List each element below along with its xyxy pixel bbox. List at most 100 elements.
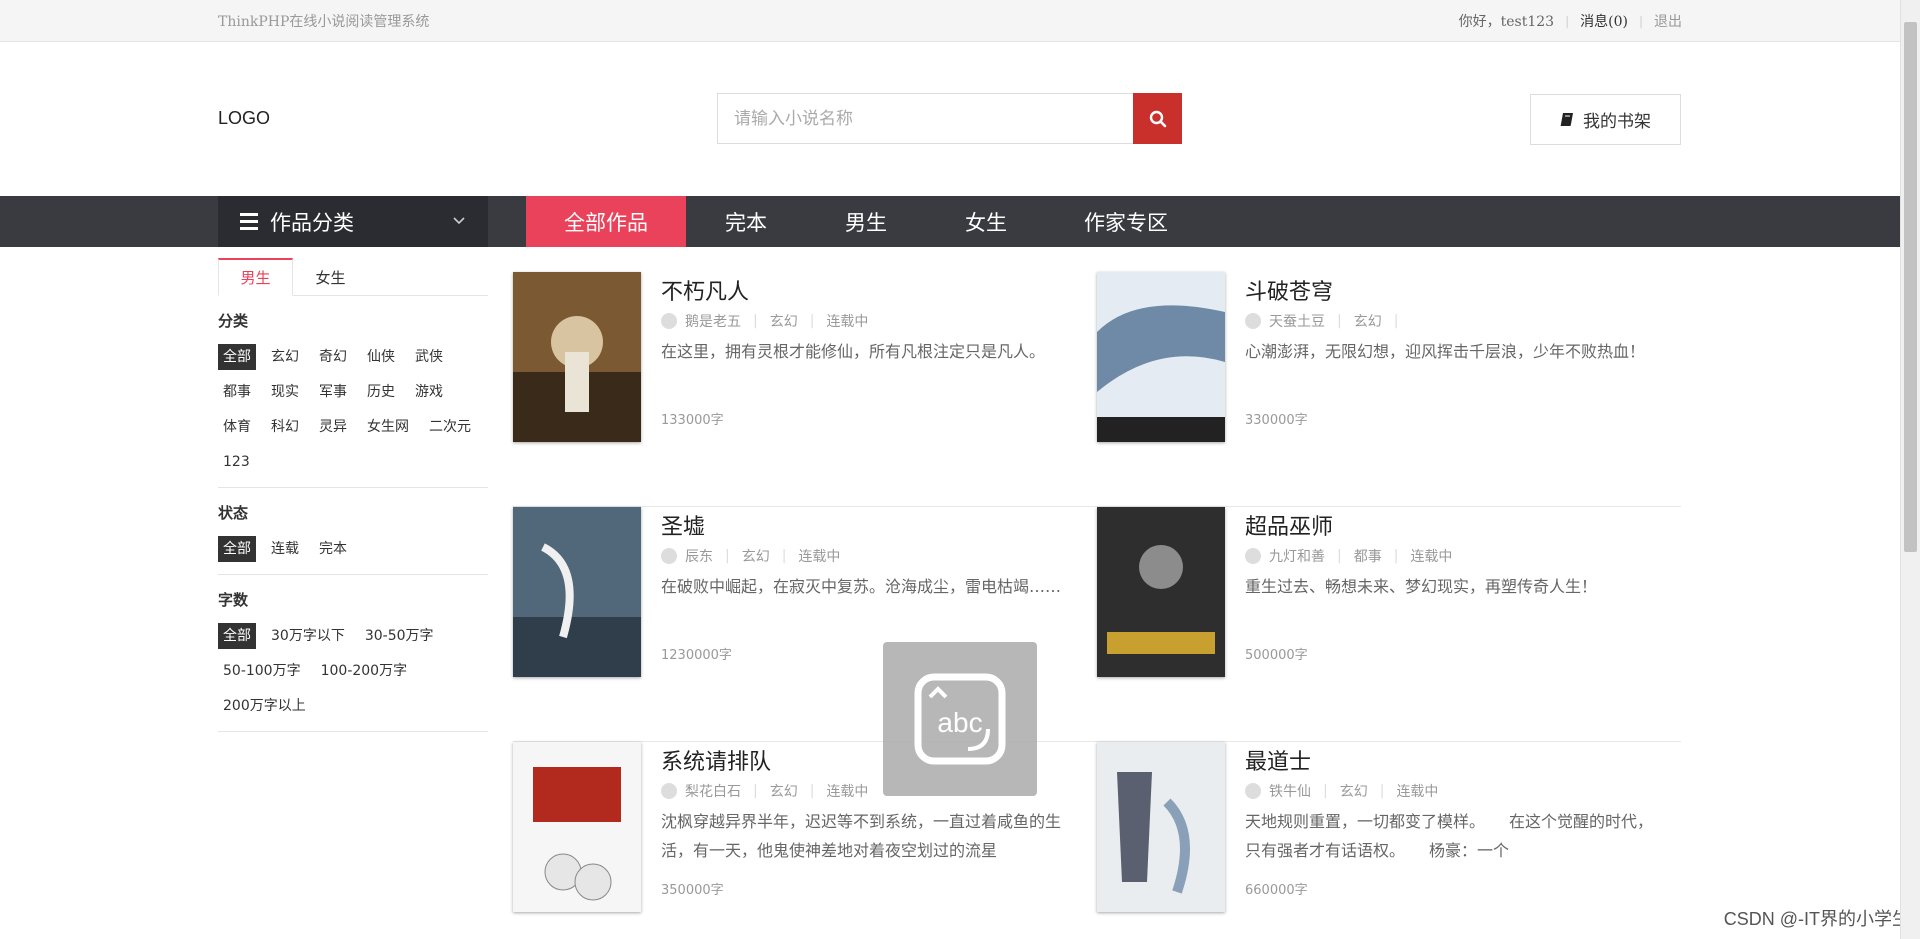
cover-image	[1097, 742, 1225, 912]
book-status: 连载中	[1396, 784, 1439, 800]
status-option[interactable]: 完本	[314, 536, 352, 562]
category-option[interactable]: 历史	[362, 379, 400, 405]
book-genre: 玄幻	[769, 784, 798, 800]
category-option[interactable]: 军事	[314, 379, 352, 405]
word-count-option[interactable]: 30万字以下	[266, 623, 350, 649]
word-count-option[interactable]: 50-100万字	[218, 658, 306, 684]
gender-tabs: 男生 女生	[218, 258, 488, 296]
book-title[interactable]: 不朽凡人	[661, 278, 1081, 308]
cover-image	[1097, 272, 1225, 442]
cover-image	[1097, 507, 1225, 677]
logo[interactable]: LOGO	[218, 108, 270, 129]
category-option[interactable]: 二次元	[424, 414, 476, 440]
messages-link[interactable]: 消息(0)	[1580, 11, 1628, 31]
chevron-down-icon	[453, 217, 465, 225]
book-cover[interactable]	[513, 507, 641, 677]
book-title[interactable]: 圣墟	[661, 513, 1081, 543]
status-option[interactable]: 连载	[266, 536, 304, 562]
book-status: 连载中	[826, 314, 869, 330]
logout-link[interactable]: 退出	[1654, 11, 1682, 31]
divider: |	[1393, 313, 1399, 329]
book-cover[interactable]	[1097, 507, 1225, 677]
category-option[interactable]: 123	[218, 449, 255, 475]
book-card: 超品巫师 九灯和善 | 都事 | 连载中 重生过去、畅想未来、梦幻现实，再塑传奇…	[1097, 507, 1681, 741]
word-count-option[interactable]: 全部	[218, 623, 256, 649]
category-filter: 分类 全部 玄幻 奇幻 仙侠 武侠 都事 现实 军事 历史 游戏 体育 科幻 灵…	[218, 296, 488, 488]
tab-all-works[interactable]: 全部作品	[526, 196, 686, 247]
watermark: CSDN @-IT界的小学生	[1723, 909, 1910, 929]
book-list: 不朽凡人 鹅是老五 | 玄幻 | 连载中 在这里，拥有灵根才能修仙，所有凡根注定…	[513, 272, 1681, 939]
category-dropdown[interactable]: 作品分类	[218, 196, 488, 247]
category-option[interactable]: 灵异	[314, 414, 352, 440]
book-title[interactable]: 超品巫师	[1245, 513, 1665, 543]
scrollbar-thumb[interactable]	[1904, 22, 1917, 552]
category-option[interactable]: 全部	[218, 344, 256, 370]
author-avatar-icon	[661, 548, 677, 564]
category-option[interactable]: 体育	[218, 414, 256, 440]
book-author[interactable]: 辰东	[685, 546, 713, 566]
category-option[interactable]: 游戏	[410, 379, 448, 405]
menu-icon	[240, 213, 258, 230]
divider: |	[1638, 14, 1643, 28]
author-avatar-icon	[661, 783, 677, 799]
tab-male-filter[interactable]: 男生	[218, 258, 293, 296]
cover-image	[513, 742, 641, 912]
site-name: ThinkPHP在线小说阅读管理系统	[218, 14, 430, 30]
book-author[interactable]: 铁牛仙	[1269, 781, 1311, 801]
tab-female[interactable]: 女生	[926, 196, 1046, 247]
category-option[interactable]: 科幻	[266, 414, 304, 440]
word-count-option[interactable]: 100-200万字	[316, 658, 413, 684]
tab-male[interactable]: 男生	[806, 196, 926, 247]
book-genre: 都事	[1353, 549, 1382, 565]
status-option[interactable]: 全部	[218, 536, 256, 562]
category-option[interactable]: 现实	[266, 379, 304, 405]
filter-sidebar: 男生 女生 分类 全部 玄幻 奇幻 仙侠 武侠 都事 现实 军事 历史 游戏 体…	[218, 258, 488, 732]
tab-female-filter[interactable]: 女生	[293, 258, 368, 296]
search-icon	[1149, 110, 1166, 127]
book-row: 不朽凡人 鹅是老五 | 玄幻 | 连载中 在这里，拥有灵根才能修仙，所有凡根注定…	[513, 272, 1681, 507]
book-status: 连载中	[798, 549, 841, 565]
divider: |	[809, 313, 815, 329]
word-count-option[interactable]: 30-50万字	[360, 623, 439, 649]
book-cover[interactable]	[1097, 272, 1225, 442]
category-option[interactable]: 仙侠	[362, 344, 400, 370]
category-option[interactable]: 女生网	[362, 414, 414, 440]
tab-author-zone[interactable]: 作家专区	[1046, 196, 1206, 247]
book-description: 重生过去、畅想未来、梦幻现实，再塑传奇人生！	[1245, 577, 1598, 596]
divider: |	[753, 783, 758, 799]
search-input[interactable]	[718, 94, 1133, 143]
category-option[interactable]: 玄幻	[266, 344, 304, 370]
book-word-count: 500000字	[1245, 648, 1308, 663]
cover-image	[513, 507, 641, 677]
book-description: 天地规则重置，一切都变了模样。 在这个觉醒的时代，只有强者才有话语权。 杨豪：一…	[1245, 812, 1654, 860]
bookshelf-button[interactable]: 我的书架	[1530, 94, 1681, 145]
category-option[interactable]: 都事	[218, 379, 256, 405]
book-meta: 鹅是老五 | 玄幻 | 连载中	[661, 311, 1081, 331]
vertical-scrollbar[interactable]	[1900, 0, 1920, 939]
book-title[interactable]: 斗破苍穹	[1245, 278, 1665, 308]
category-option[interactable]: 奇幻	[314, 344, 352, 370]
book-description: 在这里，拥有灵根才能修仙，所有凡根注定只是凡人。	[661, 342, 1046, 361]
divider: |	[1565, 14, 1570, 28]
category-option[interactable]: 武侠	[410, 344, 448, 370]
book-title[interactable]: 最道士	[1245, 748, 1665, 778]
book-cover[interactable]	[513, 742, 641, 912]
book-status: 连载中	[826, 784, 869, 800]
book-meta: 铁牛仙 | 玄幻 | 连载中	[1245, 781, 1665, 801]
divider: |	[809, 783, 815, 799]
book-cover[interactable]	[1097, 742, 1225, 912]
divider: |	[1337, 548, 1342, 564]
status-options: 全部 连载 完本	[218, 536, 488, 562]
book-author[interactable]: 天蚕土豆	[1269, 311, 1325, 331]
author-avatar-icon	[1245, 313, 1261, 329]
search-button[interactable]	[1133, 93, 1182, 144]
word-count-option[interactable]: 200万字以上	[218, 693, 311, 719]
book-author[interactable]: 梨花白石	[685, 781, 741, 801]
book-meta: 辰东 | 玄幻 | 连载中	[661, 546, 1081, 566]
book-cover[interactable]	[513, 272, 641, 442]
status-filter-title: 状态	[218, 504, 249, 522]
book-author[interactable]: 鹅是老五	[685, 311, 741, 331]
book-author[interactable]: 九灯和善	[1269, 546, 1325, 566]
book-card: 不朽凡人 鹅是老五 | 玄幻 | 连载中 在这里，拥有灵根才能修仙，所有凡根注定…	[513, 272, 1097, 506]
tab-finished[interactable]: 完本	[686, 196, 806, 247]
